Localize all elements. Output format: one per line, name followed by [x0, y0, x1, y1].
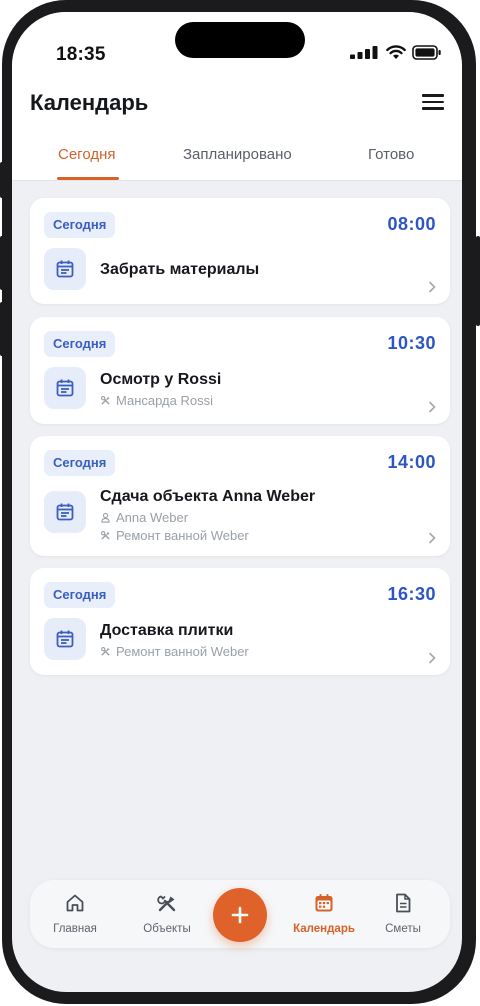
document-icon: [396, 893, 411, 913]
tab-planned[interactable]: Запланировано: [183, 146, 292, 163]
event-card[interactable]: Сегодня 16:30 Доставка плитки Ремонт ван…: [30, 568, 450, 675]
date-badge: Сегодня: [44, 212, 116, 238]
hamburger-line: [422, 107, 444, 110]
nav-objects[interactable]: Объекты: [127, 892, 207, 935]
event-project: Мансарда Rossi: [100, 393, 213, 408]
battery-icon: [412, 45, 441, 60]
person-name: Anna Weber: [116, 510, 189, 525]
volume-down-button: [0, 302, 4, 356]
screen: 18:35 Календарь Сегодня Запланировано Го…: [12, 12, 462, 992]
chevron-right-icon: [429, 401, 436, 413]
event-project: Ремонт ванной Weber: [100, 644, 249, 659]
nav-home[interactable]: Главная: [35, 892, 115, 935]
project-name: Ремонт ванной Weber: [116, 528, 249, 543]
date-badge: Сегодня: [44, 331, 116, 357]
active-tab-indicator: [57, 177, 119, 180]
event-card[interactable]: Сегодня 10:30 Осмотр у Rossi Мансарда Ro…: [30, 317, 450, 424]
mute-switch: [0, 162, 4, 198]
person-icon: [101, 512, 110, 523]
calendar-event-icon: [44, 618, 86, 660]
date-badge: Сегодня: [44, 582, 116, 608]
chevron-right-icon: [429, 652, 436, 664]
status-icons: [350, 45, 442, 60]
calendar-icon: [315, 894, 333, 912]
date-badge: Сегодня: [44, 450, 116, 476]
calendar-event-icon: [44, 248, 86, 290]
volume-up-button: [0, 236, 4, 290]
home-icon: [66, 894, 84, 912]
chevron-right-icon: [429, 281, 436, 293]
tab-done[interactable]: Готово: [368, 146, 414, 163]
event-title: Забрать материалы: [100, 261, 260, 278]
tools-icon: [157, 895, 176, 912]
nav-calendar[interactable]: Календарь: [284, 892, 364, 935]
event-project: Ремонт ванной Weber: [100, 528, 249, 543]
add-button[interactable]: [213, 888, 267, 942]
event-time: 14:00: [387, 452, 436, 472]
project-name: Мансарда Rossi: [116, 393, 213, 408]
plus-icon: [231, 906, 249, 924]
tab-today[interactable]: Сегодня: [58, 146, 116, 163]
status-time: 18:35: [56, 44, 106, 65]
event-time: 08:00: [387, 214, 436, 234]
event-title: Сдача объекта Anna Weber: [100, 488, 316, 505]
signal-icon: [350, 46, 378, 59]
event-card[interactable]: Сегодня 14:00 Сдача объекта Anna Weber A…: [30, 436, 450, 556]
nav-estimates-label: Сметы: [385, 923, 421, 935]
event-time: 10:30: [387, 333, 436, 353]
dynamic-island: [175, 22, 305, 58]
chevron-right-icon: [429, 532, 436, 544]
event-card[interactable]: Сегодня 08:00 Забрать материалы: [30, 198, 450, 304]
event-person: Anna Weber: [100, 510, 188, 525]
event-title: Осмотр у Rossi: [100, 371, 222, 388]
nav-home-label: Главная: [53, 923, 97, 935]
power-button: [476, 236, 480, 326]
project-name: Ремонт ванной Weber: [116, 644, 249, 659]
tools-icon: [101, 647, 110, 656]
menu-button[interactable]: [422, 94, 444, 110]
hamburger-line: [422, 100, 444, 103]
event-title: Доставка плитки: [100, 622, 234, 639]
nav-calendar-label: Календарь: [293, 923, 355, 935]
tools-icon: [101, 396, 110, 405]
nav-objects-label: Объекты: [143, 923, 191, 935]
calendar-event-icon: [44, 367, 86, 409]
calendar-event-icon: [44, 491, 86, 533]
nav-estimates[interactable]: Сметы: [363, 892, 443, 935]
event-time: 16:30: [387, 584, 436, 604]
hamburger-icon: [422, 94, 444, 97]
page-title: Календарь: [30, 90, 149, 115]
wifi-icon: [386, 45, 406, 59]
tools-icon: [101, 531, 110, 540]
